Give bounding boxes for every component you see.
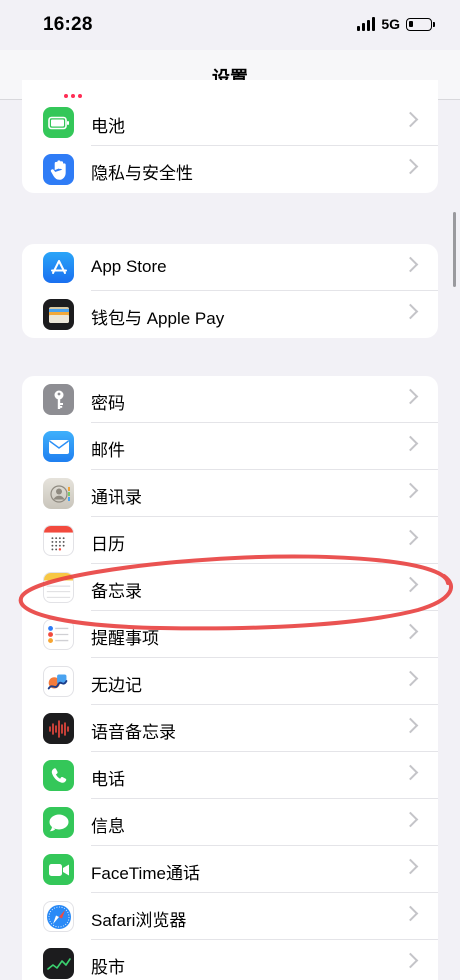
settings-group-previous [22,80,438,99]
settings-row-label: 备忘录 [91,582,142,601]
settings-row-wallet[interactable]: 钱包与 Apple Pay [22,291,438,338]
chevron-right-icon [402,435,419,452]
battery-status-icon [406,17,435,31]
chevron-right-icon [402,482,419,499]
chevron-right-icon [402,670,419,687]
calendar-icon [43,525,74,556]
settings-row-voice-memos[interactable]: 语音备忘录 [22,705,438,752]
settings-row-mail[interactable]: 邮件 [22,423,438,470]
status-indicators: 5G [357,16,435,32]
settings-row-stocks[interactable]: 股市 [22,940,438,980]
app-store-icon [43,252,74,283]
settings-row-app-store[interactable]: App Store [22,244,438,291]
messages-icon [43,807,74,838]
chevron-right-icon [402,576,419,593]
battery-icon [43,107,74,138]
settings-row-label: 信息 [91,817,125,836]
settings-group-3: 密码 邮件 通讯录 日历 备忘录 提醒事项 无边记 语音备忘录 电话 信息 Fa… [22,376,438,980]
settings-row-calendar[interactable]: 日历 [22,517,438,564]
chevron-right-icon [402,764,419,781]
settings-row-contacts[interactable]: 通讯录 [22,470,438,517]
settings-row-label: 日历 [91,535,125,554]
settings-row-privacy[interactable]: 隐私与安全性 [22,146,438,193]
settings-row-battery[interactable]: 电池 [22,99,438,146]
settings-group-1: 电池 隐私与安全性 [22,99,438,193]
chevron-right-icon [402,256,419,273]
settings-row-label: 电话 [91,770,125,789]
scroll-indicator[interactable] [453,212,456,287]
settings-row-passwords[interactable]: 密码 [22,376,438,423]
settings-row-safari[interactable]: Safari浏览器 [22,893,438,940]
settings-row-label: App Store [91,257,167,276]
settings-row-label: 股市 [91,958,125,977]
facetime-icon [43,854,74,885]
chevron-right-icon [402,529,419,546]
previous-item-icon [64,94,84,98]
wallet-icon [43,299,74,330]
key-icon [43,384,74,415]
chevron-right-icon [402,858,419,875]
settings-row-label: 无边记 [91,676,142,695]
settings-row-facetime[interactable]: FaceTime通话 [22,846,438,893]
settings-row-label: 语音备忘录 [91,723,176,742]
settings-row-label: 钱包与 Apple Pay [91,309,225,328]
settings-row-reminders[interactable]: 提醒事项 [22,611,438,658]
chevron-right-icon [402,111,419,128]
settings-row-freeform[interactable]: 无边记 [22,658,438,705]
chevron-right-icon [402,811,419,828]
settings-group-2: App Store 钱包与 Apple Pay [22,244,438,338]
settings-row-phone[interactable]: 电话 [22,752,438,799]
phone-icon [43,760,74,791]
safari-icon [43,901,74,932]
status-bar: 16:28 5G [0,0,460,50]
reminders-icon [43,619,74,650]
notes-icon [43,572,74,603]
settings-row-label: 隐私与安全性 [91,164,193,183]
chevron-right-icon [402,905,419,922]
cellular-signal-icon [357,17,376,31]
mail-icon [43,431,74,462]
settings-row-notes[interactable]: 备忘录 [22,564,438,611]
contacts-icon [43,478,74,509]
network-type: 5G [381,16,400,32]
hand-icon [43,154,74,185]
status-time: 16:28 [43,14,93,35]
freeform-icon [43,666,74,697]
chevron-right-icon [402,158,419,175]
voice-memos-icon [43,713,74,744]
settings-row-label: 通讯录 [91,488,142,507]
settings-row-label: 密码 [91,394,125,413]
chevron-right-icon [402,303,419,320]
settings-row-label: 邮件 [91,441,125,460]
chevron-right-icon [402,388,419,405]
chevron-right-icon [402,623,419,640]
settings-row-label: 提醒事项 [91,629,159,648]
settings-row-messages[interactable]: 信息 [22,799,438,846]
chevron-right-icon [402,952,419,969]
settings-row-label: Safari浏览器 [91,911,187,930]
settings-row-label: FaceTime通话 [91,864,200,883]
settings-row-label: 电池 [91,117,125,136]
chevron-right-icon [402,717,419,734]
stocks-icon [43,948,74,979]
